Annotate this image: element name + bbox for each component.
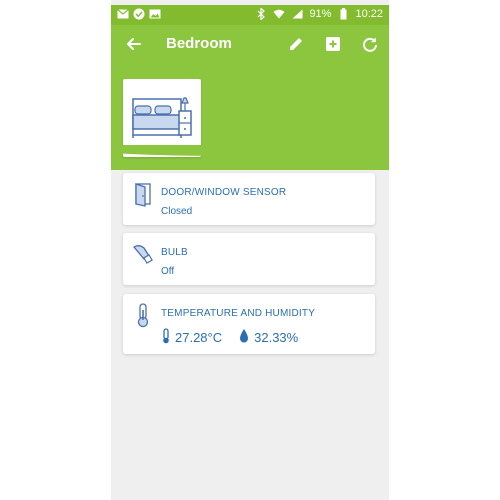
wifi-icon — [273, 8, 285, 20]
notification-icons — [117, 8, 161, 20]
clock: 10:22 — [355, 8, 383, 20]
phone-screen: 91% 10:22 Bedroom DOOR/WINDOW SENSOR Clo… — [111, 0, 389, 500]
battery-percent: 91% — [309, 8, 332, 20]
signal-icon — [291, 8, 303, 20]
header-curve — [111, 145, 389, 156]
add-box-icon[interactable] — [322, 33, 344, 55]
humidity-value: 32.33% — [254, 330, 299, 345]
device-name: BULB — [161, 247, 188, 258]
status-bar: 91% 10:22 — [111, 5, 389, 25]
device-card-door-window-sensor[interactable]: DOOR/WINDOW SENSOR Closed — [123, 173, 375, 225]
refresh-icon[interactable] — [359, 33, 381, 55]
door-icon — [131, 181, 155, 207]
mail-icon — [117, 8, 129, 20]
system-icons: 91% 10:22 — [255, 8, 383, 20]
device-state: Closed — [161, 206, 193, 217]
thermometer-icon — [131, 302, 155, 328]
temperature-value: 27.28°C — [175, 330, 223, 345]
device-name: TEMPERATURE AND HUMIDITY — [161, 308, 316, 319]
device-name: DOOR/WINDOW SENSOR — [161, 187, 287, 198]
bluetooth-icon — [255, 8, 267, 20]
water-drop-icon — [238, 328, 250, 347]
image-icon — [149, 8, 161, 20]
check-circle-icon — [133, 8, 145, 20]
edit-icon[interactable] — [285, 33, 307, 55]
back-arrow-icon[interactable] — [123, 33, 145, 55]
temperature-humidity-readings: 27.28°C 32.33% — [161, 328, 298, 347]
device-state: Off — [161, 266, 175, 277]
device-card-temperature-humidity[interactable]: TEMPERATURE AND HUMIDITY 27.28°C 32.33% — [123, 294, 375, 354]
thermometer-small-icon — [161, 328, 171, 347]
bulb-icon — [131, 241, 155, 267]
page-title: Bedroom — [166, 35, 232, 52]
battery-icon — [337, 8, 349, 20]
temperature-reading: 27.28°C — [161, 328, 222, 347]
humidity-reading: 32.33% — [238, 328, 298, 347]
device-card-bulb[interactable]: BULB Off — [123, 233, 375, 285]
